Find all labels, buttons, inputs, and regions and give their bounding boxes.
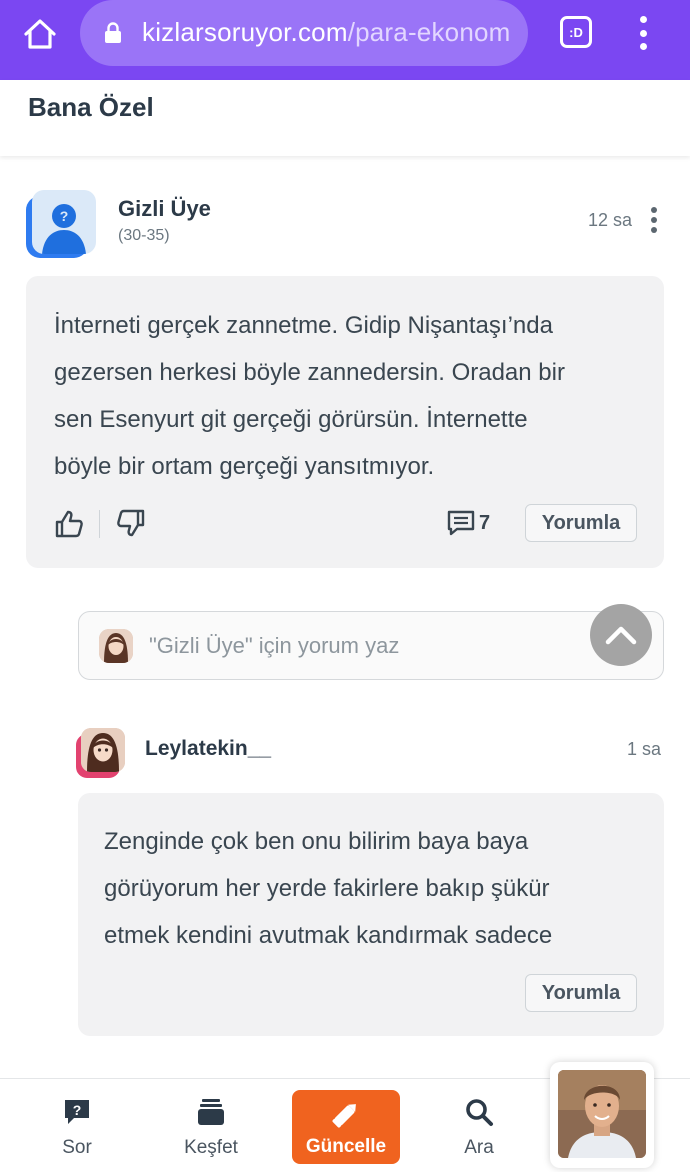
url-bar[interactable]: kizlarsoruyor.com/para-ekonom — [80, 0, 528, 66]
post-text-line: İnterneti gerçek zannetme. Gidip Nişanta… — [54, 312, 553, 339]
post-author-name[interactable]: Gizli Üye — [118, 196, 211, 222]
comment-count[interactable]: 7 — [479, 512, 490, 535]
post-text-line: sen Esenyurt git gerçeği görürsün. İnter… — [54, 406, 528, 433]
post-options-icon[interactable] — [649, 207, 659, 233]
question-icon: ? — [62, 1097, 92, 1132]
reply-text-line: etmek kendini avutmak kandırmak sadece — [104, 922, 553, 949]
svg-text:?: ? — [73, 1102, 82, 1118]
section-title: Bana Özel — [28, 92, 154, 122]
search-icon — [464, 1097, 494, 1132]
reply-reply-button[interactable]: Yorumla — [525, 974, 637, 1012]
post-text-line: böyle bir ortam gerçeği yansıtmıyor. — [54, 453, 435, 480]
browser-toolbar: kizlarsoruyor.com/para-ekonom :D — [0, 0, 690, 80]
comment-input[interactable]: "Gizli Üye" için yorum yaz — [78, 611, 664, 680]
action-divider — [99, 510, 100, 538]
anonymous-avatar[interactable]: ? — [26, 190, 96, 260]
cards-icon — [197, 1097, 225, 1132]
post-reply-button[interactable]: Yorumla — [525, 504, 637, 542]
tab-switcher-button[interactable]: :D — [560, 16, 592, 48]
url-text: kizlarsoruyor.com/para-ekonom — [142, 17, 511, 48]
nav-item-kesfet[interactable]: Keşfet — [156, 1079, 266, 1172]
comment-input-placeholder: "Gizli Üye" için yorum yaz — [149, 633, 400, 658]
nav-label: Güncelle — [305, 1136, 387, 1157]
comments-icon[interactable] — [446, 509, 476, 542]
nav-item-ara[interactable]: Ara — [424, 1079, 534, 1172]
nav-item-guncelle[interactable]: Güncelle — [292, 1090, 400, 1164]
current-user-avatar — [99, 629, 133, 663]
scroll-to-top-button[interactable] — [590, 604, 652, 666]
reply-author-name[interactable]: Leylatekin__ — [145, 737, 271, 761]
home-icon[interactable] — [22, 16, 58, 52]
promo-profile-card[interactable] — [550, 1062, 654, 1168]
nav-label: Keşfet — [184, 1137, 238, 1158]
like-icon[interactable] — [54, 509, 84, 544]
url-path: /para-ekonom — [347, 17, 511, 47]
post-author-age: (30-35) — [118, 227, 170, 244]
reply-text-line: görüyorum her yerde fakirlere bakıp şükü… — [104, 875, 550, 902]
url-host: kizlarsoruyor.com — [142, 17, 348, 47]
anonymous-user-icon: ? — [42, 204, 86, 254]
post-time: 12 sa — [588, 210, 633, 230]
nav-label: Ara — [464, 1137, 494, 1158]
reply-author-avatar[interactable] — [76, 728, 126, 778]
section-header: Bana Özel — [0, 80, 690, 156]
chevron-up-icon — [605, 626, 637, 645]
nav-label: Sor — [62, 1137, 92, 1158]
svg-text:?: ? — [60, 208, 69, 224]
lock-icon — [104, 22, 122, 44]
nav-item-sor[interactable]: ? Sor — [22, 1079, 132, 1172]
reply-text-line: Zenginde çok ben onu bilirim baya baya — [104, 828, 529, 855]
pencil-icon — [329, 1097, 363, 1136]
promo-profile-photo — [558, 1070, 646, 1158]
reply-text: Zenginde çok ben onu bilirim baya baya g… — [104, 818, 552, 959]
post-text-line: gezersen herkesi böyle zannedersin. Orad… — [54, 359, 565, 386]
post-text: İnterneti gerçek zannetme. Gidip Nişanta… — [54, 302, 565, 490]
dislike-icon[interactable] — [116, 508, 146, 543]
browser-menu-icon[interactable] — [628, 16, 658, 50]
reply-time: 1 sa — [627, 739, 662, 759]
